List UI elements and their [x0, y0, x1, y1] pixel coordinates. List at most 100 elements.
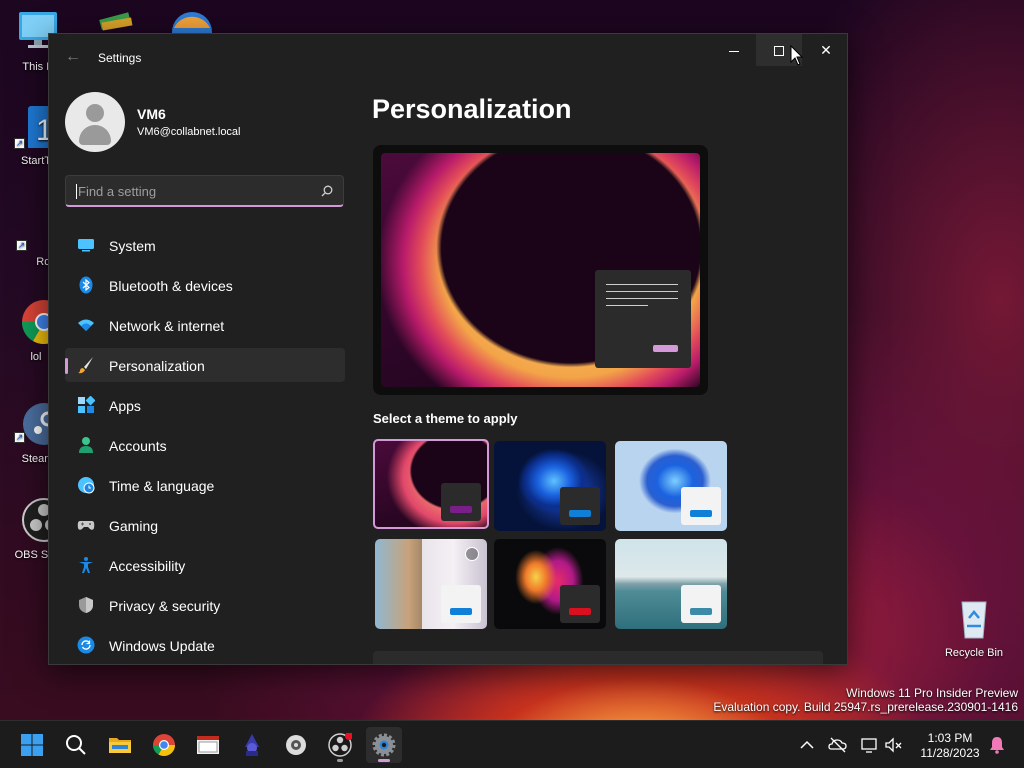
person-icon: [79, 437, 93, 453]
search-input[interactable]: Find a setting: [65, 175, 344, 207]
preview-wallpaper: [381, 153, 700, 387]
sidebar-item-windows-update[interactable]: Windows Update: [65, 628, 345, 662]
desktop-icon-books[interactable]: [98, 8, 138, 34]
avatar-head-shape: [86, 104, 104, 122]
preview-mini-window: [595, 270, 691, 368]
text-caret: [76, 184, 77, 199]
theme-bloom-dark[interactable]: [494, 441, 606, 531]
sidebar-item-bluetooth[interactable]: Bluetooth & devices: [65, 268, 345, 302]
globe-clock-icon: [78, 477, 95, 494]
avatar-body-shape: [79, 125, 111, 145]
theme-accent-tile: [681, 487, 721, 525]
sidebar-item-label: System: [109, 238, 156, 254]
theme-lake[interactable]: [615, 539, 727, 629]
sidebar-item-accounts[interactable]: Accounts: [65, 428, 345, 462]
theme-accent-bar: [450, 608, 472, 615]
taskbar-settings[interactable]: [366, 727, 402, 763]
taskbar-search-button[interactable]: [58, 727, 94, 763]
minimize-icon: [729, 50, 739, 52]
theme-accent-bar: [569, 608, 591, 615]
sidebar-item-privacy[interactable]: Privacy & security: [65, 588, 345, 622]
sidebar-item-label: Time & language: [109, 478, 215, 494]
build-watermark: Windows 11 Pro Insider Preview Evaluatio…: [713, 686, 1018, 714]
preview-accent-button: [653, 345, 678, 352]
shield-icon: [79, 597, 93, 613]
page-title: Personalization: [372, 94, 572, 124]
sidebar-item-system[interactable]: System: [65, 228, 345, 262]
clock-time: 1:03 PM: [927, 731, 973, 745]
close-icon: ✕: [820, 42, 832, 58]
sidebar-item-accessibility[interactable]: Accessibility: [65, 548, 345, 582]
theme-accent-bar: [690, 608, 712, 615]
sidebar-item-label: Network & internet: [109, 318, 225, 334]
themes-heading: Select a theme to apply: [373, 411, 518, 426]
theme-accent-tile: [441, 483, 481, 521]
next-section-card[interactable]: [373, 651, 823, 664]
apps-icon: [78, 396, 95, 413]
preview-text-line: [606, 298, 678, 299]
taskbar-obs[interactable]: [322, 727, 358, 763]
sidebar-item-personalization[interactable]: Personalization: [65, 348, 345, 382]
taskbar: 1:03 PM 11/28/2023: [0, 720, 1024, 768]
theme-preview: [373, 145, 708, 395]
running-indicator: [337, 759, 343, 762]
maximize-icon: [774, 46, 784, 57]
back-arrow-icon[interactable]: ←: [65, 48, 81, 66]
gamepad-icon: [77, 521, 95, 530]
terminal-icon: [197, 736, 219, 754]
mouse-cursor-icon: [790, 45, 804, 66]
watermark-line: Evaluation copy. Build 25947.rs_prerelea…: [713, 700, 1018, 714]
monitor-icon: [78, 239, 94, 252]
minimize-button[interactable]: [711, 34, 757, 66]
network-icon[interactable]: [859, 735, 879, 755]
theme-accent-tile: [441, 585, 481, 623]
sidebar-item-label: Apps: [109, 398, 141, 414]
desktop-icon-browser[interactable]: [170, 10, 214, 34]
browser-icon: [172, 12, 212, 34]
notification-bell-icon[interactable]: [987, 735, 1007, 755]
theme-accent-tile: [681, 585, 721, 623]
preview-text-line: [606, 284, 678, 285]
settings-window: ← Settings ✕ VM6 VM6@collabnet.local Fin…: [48, 33, 848, 665]
sidebar-item-gaming[interactable]: Gaming: [65, 508, 345, 542]
desktop-icon-recycle-bin[interactable]: Recycle Bin: [938, 596, 1010, 659]
wizard-icon: [245, 734, 259, 756]
brush-icon: [78, 357, 93, 374]
theme-flow[interactable]: [494, 539, 606, 629]
sidebar-item-label: Personalization: [109, 358, 205, 374]
avatar: [65, 92, 125, 152]
theme-accent-bar: [450, 506, 472, 513]
taskbar-file-explorer[interactable]: [102, 727, 138, 763]
gpu-tool-icon: [286, 735, 306, 755]
theme-accent-tile: [560, 487, 600, 525]
taskbar-terminal[interactable]: [190, 727, 226, 763]
sidebar-item-label: Gaming: [109, 518, 159, 534]
start-button[interactable]: [14, 727, 50, 763]
system-clock[interactable]: 1:03 PM 11/28/2023: [912, 731, 988, 761]
shortcut-arrow-icon: ↗: [14, 138, 25, 149]
obs-icon: [328, 733, 352, 757]
sidebar-item-time-language[interactable]: Time & language: [65, 468, 345, 502]
recycle-bin-icon: [961, 601, 987, 639]
taskbar-wizard-app[interactable]: [234, 727, 270, 763]
update-icon: [77, 636, 95, 654]
file-explorer-icon: [109, 738, 131, 753]
theme-bloom-light[interactable]: [615, 441, 727, 531]
taskbar-chrome[interactable]: [146, 727, 182, 763]
taskbar-gpu-tool[interactable]: [278, 727, 314, 763]
active-indicator: [378, 759, 390, 762]
chevron-up-icon[interactable]: [797, 735, 817, 755]
volume-muted-icon[interactable]: [884, 735, 904, 755]
user-name: VM6: [137, 106, 166, 122]
theme-glow-dark[interactable]: [373, 439, 489, 529]
search-icon[interactable]: [321, 185, 333, 197]
onedrive-offline-icon[interactable]: [828, 735, 848, 755]
clock-date: 11/28/2023: [920, 746, 980, 760]
close-button[interactable]: ✕: [803, 34, 847, 66]
wifi-icon: [78, 319, 94, 331]
sidebar-item-apps[interactable]: Apps: [65, 388, 345, 422]
settings-icon: [372, 733, 396, 757]
theme-spotlight[interactable]: [375, 539, 487, 629]
title-bar[interactable]: ← Settings ✕: [49, 34, 847, 80]
sidebar-item-network[interactable]: Network & internet: [65, 308, 345, 342]
